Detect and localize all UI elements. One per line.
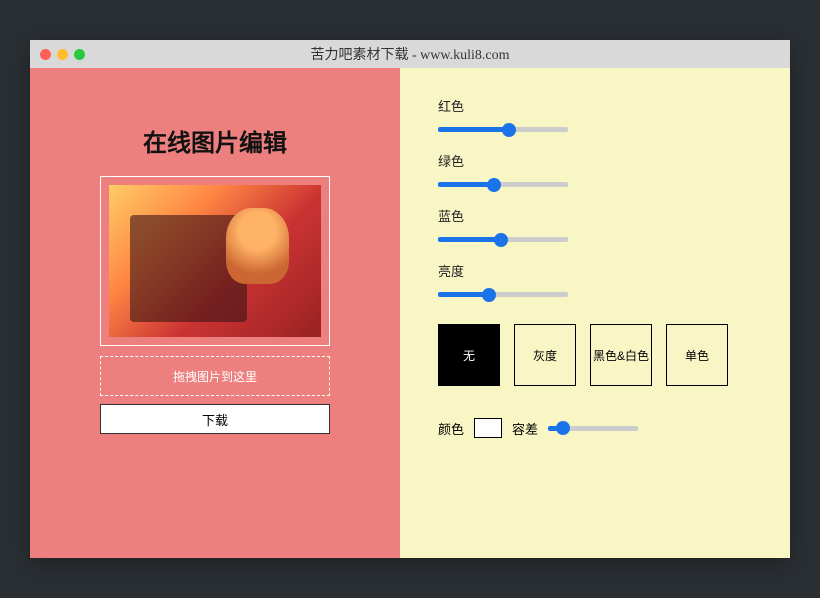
slider-blue-group: 蓝色 [438,206,752,247]
titlebar: 苦力吧素材下载 - www.kuli8.com [30,40,790,68]
download-button[interactable]: 下载 [100,404,330,434]
slider-brightness-label: 亮度 [438,261,752,280]
filter-grayscale-label: 灰度 [533,347,557,364]
slider-brightness-group: 亮度 [438,261,752,302]
slider-green[interactable] [438,182,568,187]
filter-row: 无 灰度 黑色&白色 单色 [438,324,752,386]
page-title: 在线图片编辑 [143,123,287,158]
preview-image [109,185,321,337]
slider-blue-label: 蓝色 [438,206,752,225]
tolerance-slider[interactable] [548,426,638,431]
slider-red-label: 红色 [438,96,752,115]
filter-bw-label: 黑色&白色 [593,347,649,364]
filter-mono-label: 单色 [685,347,709,364]
slider-brightness[interactable] [438,292,568,297]
image-preview-box [100,176,330,346]
slider-green-label: 绿色 [438,151,752,170]
filter-none-label: 无 [463,347,475,364]
left-panel: 在线图片编辑 拖拽图片到这里 下载 [30,68,400,558]
content-area: 在线图片编辑 拖拽图片到这里 下载 红色 绿色 蓝色 [30,68,790,558]
color-label: 颜色 [438,419,464,438]
slider-red[interactable] [438,127,568,132]
slider-green-group: 绿色 [438,151,752,192]
slider-blue[interactable] [438,237,568,242]
filter-grayscale-button[interactable]: 灰度 [514,324,576,386]
app-window: 苦力吧素材下载 - www.kuli8.com 在线图片编辑 拖拽图片到这里 下… [30,40,790,558]
window-title: 苦力吧素材下载 - www.kuli8.com [30,44,790,64]
filter-mono-button[interactable]: 单色 [666,324,728,386]
color-picker[interactable] [474,418,502,438]
dropzone-label: 拖拽图片到这里 [173,368,257,385]
download-label: 下载 [202,410,228,429]
right-panel: 红色 绿色 蓝色 亮度 无 灰度 [400,68,790,558]
image-dropzone[interactable]: 拖拽图片到这里 [100,356,330,396]
slider-red-group: 红色 [438,96,752,137]
bottom-controls: 颜色 容差 [438,418,752,438]
tolerance-label: 容差 [512,419,538,438]
filter-bw-button[interactable]: 黑色&白色 [590,324,652,386]
filter-none-button[interactable]: 无 [438,324,500,386]
